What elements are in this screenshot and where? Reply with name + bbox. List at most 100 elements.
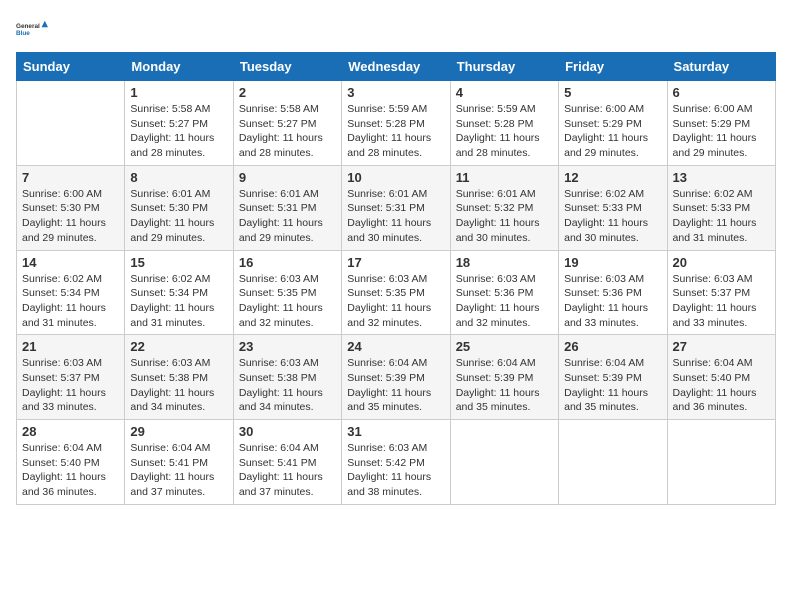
day-info: Sunrise: 6:03 AM Sunset: 5:37 PM Dayligh… bbox=[22, 356, 119, 415]
day-number: 6 bbox=[673, 85, 770, 100]
day-cell: 31Sunrise: 6:03 AM Sunset: 5:42 PM Dayli… bbox=[342, 420, 450, 505]
day-cell bbox=[559, 420, 667, 505]
day-number: 2 bbox=[239, 85, 336, 100]
day-info: Sunrise: 6:02 AM Sunset: 5:33 PM Dayligh… bbox=[564, 187, 661, 246]
day-info: Sunrise: 6:02 AM Sunset: 5:34 PM Dayligh… bbox=[22, 272, 119, 331]
day-info: Sunrise: 6:04 AM Sunset: 5:40 PM Dayligh… bbox=[22, 441, 119, 500]
day-number: 8 bbox=[130, 170, 227, 185]
day-info: Sunrise: 6:01 AM Sunset: 5:32 PM Dayligh… bbox=[456, 187, 553, 246]
day-number: 19 bbox=[564, 255, 661, 270]
svg-text:Blue: Blue bbox=[16, 30, 30, 37]
day-info: Sunrise: 6:03 AM Sunset: 5:35 PM Dayligh… bbox=[239, 272, 336, 331]
day-number: 21 bbox=[22, 339, 119, 354]
day-info: Sunrise: 6:01 AM Sunset: 5:31 PM Dayligh… bbox=[239, 187, 336, 246]
day-number: 7 bbox=[22, 170, 119, 185]
day-cell: 7 Sunrise: 6:00 AM Sunset: 5:30 PM Daylig… bbox=[17, 165, 125, 250]
day-info: Sunrise: 6:04 AM Sunset: 5:39 PM Dayligh… bbox=[347, 356, 444, 415]
day-info: Sunrise: 6:00 AM Sunset: 5:30 PM Dayligh… bbox=[22, 187, 119, 246]
day-cell bbox=[17, 81, 125, 166]
day-number: 1 bbox=[130, 85, 227, 100]
day-number: 11 bbox=[456, 170, 553, 185]
day-info: Sunrise: 6:03 AM Sunset: 5:37 PM Dayligh… bbox=[673, 272, 770, 331]
day-header-tuesday: Tuesday bbox=[233, 53, 341, 81]
day-cell: 9Sunrise: 6:01 AM Sunset: 5:31 PM Daylig… bbox=[233, 165, 341, 250]
day-cell: 1 Sunrise: 5:58 AM Sunset: 5:27 PM Daylig… bbox=[125, 81, 233, 166]
day-number: 31 bbox=[347, 424, 444, 439]
day-cell: 29 Sunrise: 6:04 AM Sunset: 5:41 PM Dayli… bbox=[125, 420, 233, 505]
day-cell: 3 Sunrise: 5:59 AM Sunset: 5:28 PM Daylig… bbox=[342, 81, 450, 166]
day-cell bbox=[450, 420, 558, 505]
day-number: 10 bbox=[347, 170, 444, 185]
logo-icon: General Blue bbox=[16, 16, 48, 44]
day-info: Sunrise: 5:59 AM Sunset: 5:28 PM Dayligh… bbox=[456, 102, 553, 161]
day-header-thursday: Thursday bbox=[450, 53, 558, 81]
week-row-1: 1 Sunrise: 5:58 AM Sunset: 5:27 PM Daylig… bbox=[17, 81, 776, 166]
week-row-5: 28 Sunrise: 6:04 AM Sunset: 5:40 PM Dayli… bbox=[17, 420, 776, 505]
day-info: Sunrise: 6:03 AM Sunset: 5:36 PM Dayligh… bbox=[564, 272, 661, 331]
day-number: 20 bbox=[673, 255, 770, 270]
day-cell: 28 Sunrise: 6:04 AM Sunset: 5:40 PM Dayli… bbox=[17, 420, 125, 505]
day-header-row: SundayMondayTuesdayWednesdayThursdayFrid… bbox=[17, 53, 776, 81]
day-cell: 26 Sunrise: 6:04 AM Sunset: 5:39 PM Dayli… bbox=[559, 335, 667, 420]
day-number: 24 bbox=[347, 339, 444, 354]
day-cell: 15Sunrise: 6:02 AM Sunset: 5:34 PM Dayli… bbox=[125, 250, 233, 335]
day-info: Sunrise: 5:59 AM Sunset: 5:28 PM Dayligh… bbox=[347, 102, 444, 161]
day-cell: 5Sunrise: 6:00 AM Sunset: 5:29 PM Daylig… bbox=[559, 81, 667, 166]
day-number: 13 bbox=[673, 170, 770, 185]
day-header-saturday: Saturday bbox=[667, 53, 775, 81]
day-cell: 12 Sunrise: 6:02 AM Sunset: 5:33 PM Dayli… bbox=[559, 165, 667, 250]
day-info: Sunrise: 6:01 AM Sunset: 5:31 PM Dayligh… bbox=[347, 187, 444, 246]
day-number: 12 bbox=[564, 170, 661, 185]
day-cell: 30 Sunrise: 6:04 AM Sunset: 5:41 PM Dayli… bbox=[233, 420, 341, 505]
day-cell: 13 Sunrise: 6:02 AM Sunset: 5:33 PM Dayli… bbox=[667, 165, 775, 250]
day-info: Sunrise: 6:04 AM Sunset: 5:39 PM Dayligh… bbox=[456, 356, 553, 415]
day-cell: 2 Sunrise: 5:58 AM Sunset: 5:27 PM Daylig… bbox=[233, 81, 341, 166]
day-number: 4 bbox=[456, 85, 553, 100]
day-number: 3 bbox=[347, 85, 444, 100]
day-cell: 27 Sunrise: 6:04 AM Sunset: 5:40 PM Dayli… bbox=[667, 335, 775, 420]
day-cell: 25 Sunrise: 6:04 AM Sunset: 5:39 PM Dayli… bbox=[450, 335, 558, 420]
day-number: 30 bbox=[239, 424, 336, 439]
day-cell: 23Sunrise: 6:03 AM Sunset: 5:38 PM Dayli… bbox=[233, 335, 341, 420]
day-info: Sunrise: 6:04 AM Sunset: 5:41 PM Dayligh… bbox=[130, 441, 227, 500]
day-number: 22 bbox=[130, 339, 227, 354]
day-number: 28 bbox=[22, 424, 119, 439]
day-info: Sunrise: 6:04 AM Sunset: 5:39 PM Dayligh… bbox=[564, 356, 661, 415]
day-number: 17 bbox=[347, 255, 444, 270]
day-number: 25 bbox=[456, 339, 553, 354]
day-number: 18 bbox=[456, 255, 553, 270]
day-info: Sunrise: 6:00 AM Sunset: 5:29 PM Dayligh… bbox=[673, 102, 770, 161]
day-info: Sunrise: 6:02 AM Sunset: 5:33 PM Dayligh… bbox=[673, 187, 770, 246]
week-row-2: 7 Sunrise: 6:00 AM Sunset: 5:30 PM Daylig… bbox=[17, 165, 776, 250]
day-info: Sunrise: 5:58 AM Sunset: 5:27 PM Dayligh… bbox=[130, 102, 227, 161]
day-cell: 4 Sunrise: 5:59 AM Sunset: 5:28 PM Daylig… bbox=[450, 81, 558, 166]
day-cell: 19 Sunrise: 6:03 AM Sunset: 5:36 PM Dayli… bbox=[559, 250, 667, 335]
day-header-wednesday: Wednesday bbox=[342, 53, 450, 81]
day-cell: 18Sunrise: 6:03 AM Sunset: 5:36 PM Dayli… bbox=[450, 250, 558, 335]
day-cell: 24 Sunrise: 6:04 AM Sunset: 5:39 PM Dayli… bbox=[342, 335, 450, 420]
day-header-friday: Friday bbox=[559, 53, 667, 81]
day-cell bbox=[667, 420, 775, 505]
day-number: 23 bbox=[239, 339, 336, 354]
week-row-3: 14 Sunrise: 6:02 AM Sunset: 5:34 PM Dayli… bbox=[17, 250, 776, 335]
day-info: Sunrise: 6:04 AM Sunset: 5:41 PM Dayligh… bbox=[239, 441, 336, 500]
svg-text:General: General bbox=[16, 23, 40, 30]
day-number: 29 bbox=[130, 424, 227, 439]
day-number: 26 bbox=[564, 339, 661, 354]
day-header-monday: Monday bbox=[125, 53, 233, 81]
day-number: 16 bbox=[239, 255, 336, 270]
day-cell: 11 Sunrise: 6:01 AM Sunset: 5:32 PM Dayli… bbox=[450, 165, 558, 250]
day-header-sunday: Sunday bbox=[17, 53, 125, 81]
day-info: Sunrise: 6:04 AM Sunset: 5:40 PM Dayligh… bbox=[673, 356, 770, 415]
day-cell: 20 Sunrise: 6:03 AM Sunset: 5:37 PM Dayli… bbox=[667, 250, 775, 335]
day-cell: 14 Sunrise: 6:02 AM Sunset: 5:34 PM Dayli… bbox=[17, 250, 125, 335]
day-info: Sunrise: 6:03 AM Sunset: 5:38 PM Dayligh… bbox=[130, 356, 227, 415]
day-info: Sunrise: 6:03 AM Sunset: 5:35 PM Dayligh… bbox=[347, 272, 444, 331]
day-info: Sunrise: 6:00 AM Sunset: 5:29 PM Dayligh… bbox=[564, 102, 661, 161]
day-info: Sunrise: 5:58 AM Sunset: 5:27 PM Dayligh… bbox=[239, 102, 336, 161]
day-cell: 6 Sunrise: 6:00 AM Sunset: 5:29 PM Daylig… bbox=[667, 81, 775, 166]
day-number: 27 bbox=[673, 339, 770, 354]
day-number: 14 bbox=[22, 255, 119, 270]
day-number: 15 bbox=[130, 255, 227, 270]
day-cell: 21 Sunrise: 6:03 AM Sunset: 5:37 PM Dayli… bbox=[17, 335, 125, 420]
